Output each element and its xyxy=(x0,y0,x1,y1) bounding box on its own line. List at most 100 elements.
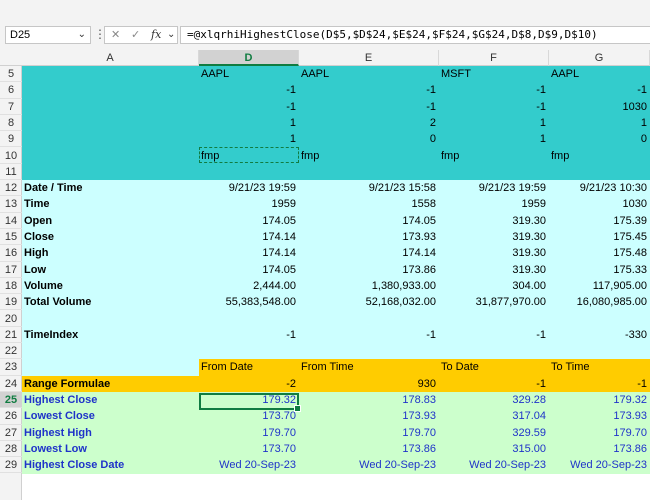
cell-g10[interactable]: fmp xyxy=(551,148,569,164)
cell-f7[interactable]: -1 xyxy=(439,99,546,115)
cell-d15[interactable]: 174.14 xyxy=(199,229,296,245)
cell-e25[interactable]: 178.83 xyxy=(299,392,436,408)
cell-g25[interactable]: 179.32 xyxy=(549,392,647,408)
row-label[interactable]: Highest Close Date xyxy=(24,457,124,473)
row-header-9[interactable]: 9 xyxy=(0,131,22,148)
cell-f25[interactable]: 329.28 xyxy=(439,392,546,408)
cell-g21[interactable]: -330 xyxy=(549,327,647,343)
cell-e21[interactable]: -1 xyxy=(299,327,436,343)
cell-d17[interactable]: 174.05 xyxy=(199,262,296,278)
cell-g24[interactable]: -1 xyxy=(549,376,647,392)
row-header-16[interactable]: 16 xyxy=(0,245,22,262)
cell-f29[interactable]: Wed 20-Sep-23 xyxy=(439,457,546,473)
cell-d23[interactable]: From Date xyxy=(201,359,253,375)
row-header-8[interactable]: 8 xyxy=(0,115,22,132)
cell-g7[interactable]: 1030 xyxy=(549,99,647,115)
column-header-e[interactable]: E xyxy=(299,50,439,66)
formula-input[interactable]: =@xlqrhiHighestClose(D$5,$D$24,$E$24,$F$… xyxy=(180,26,650,44)
cell-f24[interactable]: -1 xyxy=(439,376,546,392)
cell-g28[interactable]: 173.86 xyxy=(549,441,647,457)
cell-e18[interactable]: 1,380,933.00 xyxy=(299,278,436,294)
row-label[interactable]: Time xyxy=(24,196,49,212)
row-header-24[interactable]: 24 xyxy=(0,376,22,392)
cell-f14[interactable]: 319.30 xyxy=(439,213,546,229)
row-header-21[interactable]: 21 xyxy=(0,327,22,344)
cell-g8[interactable]: 1 xyxy=(549,115,647,131)
cell-d12[interactable]: 9/21/23 19:59 xyxy=(199,180,296,196)
row-label[interactable]: Low xyxy=(24,262,46,278)
row-label[interactable]: Lowest Low xyxy=(24,441,87,457)
row-header-18[interactable]: 18 xyxy=(0,278,22,295)
column-header-f[interactable]: F xyxy=(439,50,549,66)
cell-d18[interactable]: 2,444.00 xyxy=(199,278,296,294)
cancel-icon[interactable]: ✕ xyxy=(111,27,120,43)
cell-f28[interactable]: 315.00 xyxy=(439,441,546,457)
cell-f17[interactable]: 319.30 xyxy=(439,262,546,278)
row-label[interactable]: Volume xyxy=(24,278,63,294)
cell-d26[interactable]: 173.70 xyxy=(199,408,296,424)
row-header-26[interactable]: 26 xyxy=(0,408,22,425)
row-header-17[interactable]: 17 xyxy=(0,262,22,278)
chevron-down-icon[interactable]: ⌄ xyxy=(78,27,86,43)
column-header-a[interactable]: A xyxy=(22,50,199,66)
chevron-down-icon[interactable]: ⌄ xyxy=(167,27,175,43)
row-header-28[interactable]: 28 xyxy=(0,441,22,458)
cell-e13[interactable]: 1558 xyxy=(299,196,436,212)
row-header-6[interactable]: 6 xyxy=(0,82,22,99)
cell-e10[interactable]: fmp xyxy=(301,148,319,164)
cell-e29[interactable]: Wed 20-Sep-23 xyxy=(299,457,436,473)
row-label[interactable]: Highest Close xyxy=(24,392,97,408)
cell-f16[interactable]: 319.30 xyxy=(439,245,546,261)
row-label[interactable]: TimeIndex xyxy=(24,327,78,343)
cell-e12[interactable]: 9/21/23 15:58 xyxy=(299,180,436,196)
cell-g27[interactable]: 179.70 xyxy=(549,425,647,441)
cell-d24[interactable]: -2 xyxy=(199,376,296,392)
fill-handle[interactable] xyxy=(294,405,301,412)
row-header-19[interactable]: 19 xyxy=(0,294,22,311)
row-label[interactable]: Lowest Close xyxy=(24,408,95,424)
cell-f6[interactable]: -1 xyxy=(439,82,546,98)
row-header-11[interactable]: 11 xyxy=(0,164,22,181)
cell-f13[interactable]: 1959 xyxy=(439,196,546,212)
row-label[interactable]: Close xyxy=(24,229,54,245)
row-label[interactable]: Open xyxy=(24,213,52,229)
row-header-23[interactable]: 23 xyxy=(0,359,22,376)
cell-g15[interactable]: 175.45 xyxy=(549,229,647,245)
cell-e15[interactable]: 173.93 xyxy=(299,229,436,245)
row-header-7[interactable]: 7 xyxy=(0,99,22,115)
cell-d13[interactable]: 1959 xyxy=(199,196,296,212)
cell-g12[interactable]: 9/21/23 10:30 xyxy=(549,180,647,196)
column-header-g[interactable]: G xyxy=(549,50,650,66)
cell-d19[interactable]: 55,383,548.00 xyxy=(199,294,296,310)
row-header-20[interactable]: 20 xyxy=(0,311,22,327)
cell-d28[interactable]: 173.70 xyxy=(199,441,296,457)
cell-e23[interactable]: From Time xyxy=(301,359,354,375)
cell-e7[interactable]: -1 xyxy=(299,99,436,115)
cell-e24[interactable]: 930 xyxy=(299,376,436,392)
cell-d16[interactable]: 174.14 xyxy=(199,245,296,261)
row-header-27[interactable]: 27 xyxy=(0,425,22,441)
row-header-10[interactable]: 10 xyxy=(0,148,22,164)
row-header-14[interactable]: 14 xyxy=(0,213,22,229)
cell-f18[interactable]: 304.00 xyxy=(439,278,546,294)
name-box[interactable]: D25 ⌄ xyxy=(5,26,91,44)
cell-g16[interactable]: 175.48 xyxy=(549,245,647,261)
cell-f21[interactable]: -1 xyxy=(439,327,546,343)
cell-d27[interactable]: 179.70 xyxy=(199,425,296,441)
row-header-12[interactable]: 12 xyxy=(0,180,22,197)
enter-icon[interactable]: ✓ xyxy=(131,27,140,43)
row-header-15[interactable]: 15 xyxy=(0,229,22,246)
cell-e5[interactable]: AAPL xyxy=(301,66,329,82)
row-header-5[interactable]: 5 xyxy=(0,66,22,83)
insert-function-icon[interactable]: fx xyxy=(151,27,161,43)
cell-e27[interactable]: 179.70 xyxy=(299,425,436,441)
row-label[interactable]: Range Formulae xyxy=(24,376,110,392)
row-header-29[interactable]: 29 xyxy=(0,457,22,474)
row-label[interactable]: Total Volume xyxy=(24,294,91,310)
cell-f10[interactable]: fmp xyxy=(441,148,459,164)
cell-d21[interactable]: -1 xyxy=(199,327,296,343)
cell-f8[interactable]: 1 xyxy=(439,115,546,131)
cell-f27[interactable]: 329.59 xyxy=(439,425,546,441)
cell-f19[interactable]: 31,877,970.00 xyxy=(439,294,546,310)
cell-g23[interactable]: To Time xyxy=(551,359,590,375)
